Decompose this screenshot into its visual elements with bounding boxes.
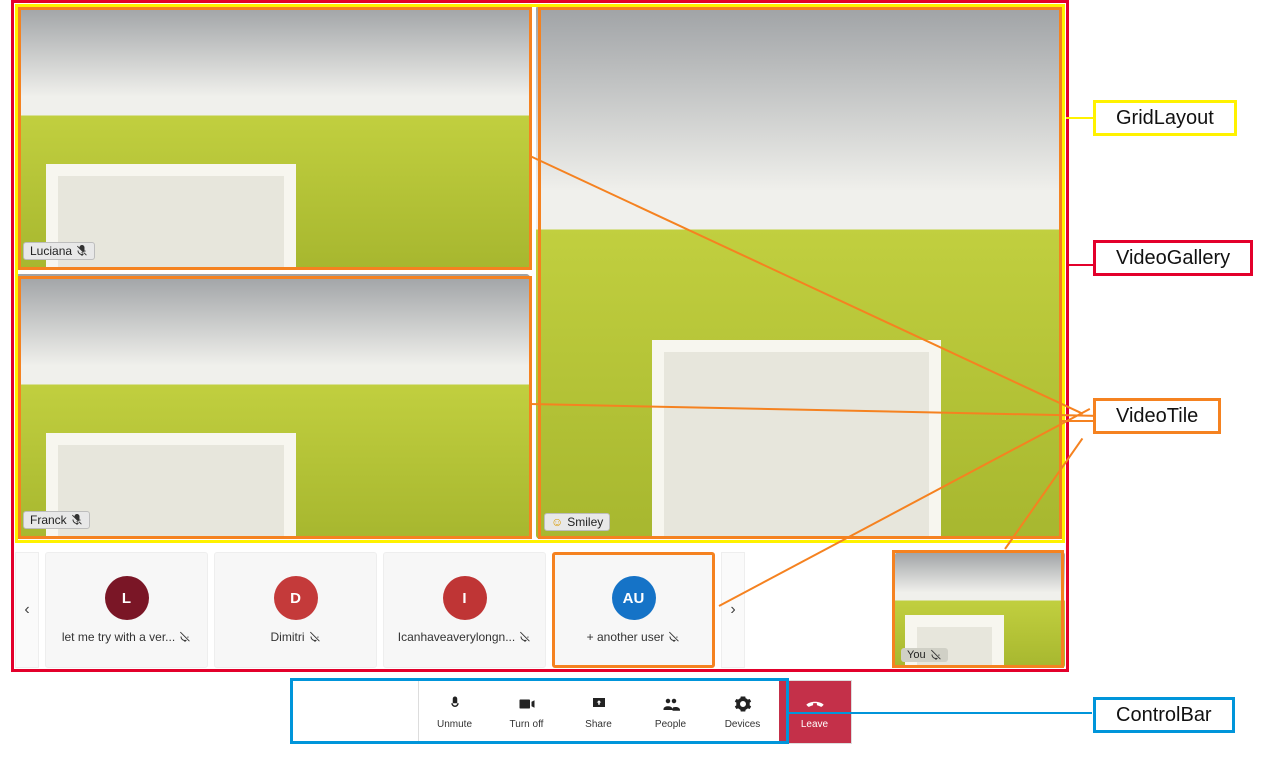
video-feed	[536, 5, 1065, 539]
roster-tile[interactable]: I Icanhaveaverylongn...	[383, 552, 546, 668]
annotation-label-controlbar: ControlBar	[1093, 697, 1235, 733]
control-label: Turn off	[510, 719, 544, 730]
self-label: You	[907, 649, 926, 661]
annotation-line	[1062, 420, 1094, 422]
roster-prev-button[interactable]: ‹	[15, 552, 39, 668]
self-video-tile[interactable]: You	[895, 552, 1065, 668]
annotation-line	[1066, 117, 1093, 119]
roster-name-row: Icanhaveaverylongn...	[398, 630, 531, 644]
self-name-plate: You	[901, 648, 948, 662]
chevron-right-icon: ›	[730, 601, 735, 619]
mic-off-icon	[445, 694, 465, 714]
mic-off-icon	[519, 631, 531, 643]
roster-name-row: let me try with a ver...	[62, 630, 191, 644]
mic-off-icon	[76, 245, 88, 257]
share-button[interactable]: Share	[563, 681, 635, 743]
mic-off-icon	[71, 514, 83, 526]
roster-strip: ‹ L let me try with a ver... D Dimitri I…	[15, 550, 1065, 670]
annotation-line	[1069, 264, 1093, 266]
roster-name: Dimitri	[271, 630, 305, 644]
people-button[interactable]: People	[635, 681, 707, 743]
control-label: Unmute	[437, 719, 472, 730]
annotation-label-videotile: VideoTile	[1093, 398, 1221, 434]
avatar: D	[274, 576, 318, 620]
video-feed	[15, 5, 530, 268]
annotation-label-videogallery: VideoGallery	[1093, 240, 1253, 276]
participant-name-plate: Franck	[23, 511, 90, 529]
leave-button[interactable]: Leave	[779, 681, 851, 743]
roster-name: Icanhaveaverylongn...	[398, 630, 515, 644]
roster-name: let me try with a ver...	[62, 630, 175, 644]
avatar: L	[105, 576, 149, 620]
roster-tile[interactable]: L let me try with a ver...	[45, 552, 208, 668]
video-tile-franck[interactable]: Franck	[15, 274, 530, 537]
devices-button[interactable]: Devices	[707, 681, 779, 743]
roster-name-row: + another user	[587, 630, 681, 644]
control-label: Leave	[801, 719, 828, 730]
control-label: Devices	[725, 719, 761, 730]
avatar: AU	[612, 576, 656, 620]
smiley-icon: ☺	[551, 515, 563, 529]
video-tile-luciana[interactable]: Luciana	[15, 5, 530, 268]
participant-name: Luciana	[30, 244, 72, 258]
control-label: People	[655, 719, 686, 730]
control-bar: Unmute Turn off Share People Devices Lea…	[418, 680, 852, 744]
video-toggle-button[interactable]: Turn off	[491, 681, 563, 743]
mic-off-icon	[179, 631, 191, 643]
avatar: I	[443, 576, 487, 620]
participant-name: Smiley	[567, 515, 603, 529]
gear-icon	[733, 694, 753, 714]
chevron-left-icon: ‹	[24, 601, 29, 619]
hangup-icon	[805, 694, 825, 714]
roster-tile[interactable]: AU + another user	[552, 552, 715, 668]
participant-name: Franck	[30, 513, 67, 527]
participant-name-plate: Luciana	[23, 242, 95, 260]
mic-off-icon	[668, 631, 680, 643]
mic-off-icon	[930, 649, 942, 661]
video-tile-smiley[interactable]: ☺ Smiley	[536, 5, 1065, 539]
video-feed	[15, 274, 530, 537]
participant-name-plate: ☺ Smiley	[544, 513, 610, 531]
annotation-label-gridlayout: GridLayout	[1093, 100, 1237, 136]
grid-layout: Luciana Franck ☺ Smiley	[15, 5, 1065, 541]
video-gallery: Luciana Franck ☺ Smiley ‹	[15, 5, 1065, 670]
mic-off-icon	[309, 631, 321, 643]
roster-name-row: Dimitri	[271, 630, 321, 644]
camera-icon	[517, 694, 537, 714]
share-icon	[589, 694, 609, 714]
roster-tile[interactable]: D Dimitri	[214, 552, 377, 668]
unmute-button[interactable]: Unmute	[419, 681, 491, 743]
people-icon	[661, 694, 681, 714]
control-label: Share	[585, 719, 612, 730]
roster-next-button[interactable]: ›	[721, 552, 745, 668]
roster-name: + another user	[587, 630, 665, 644]
